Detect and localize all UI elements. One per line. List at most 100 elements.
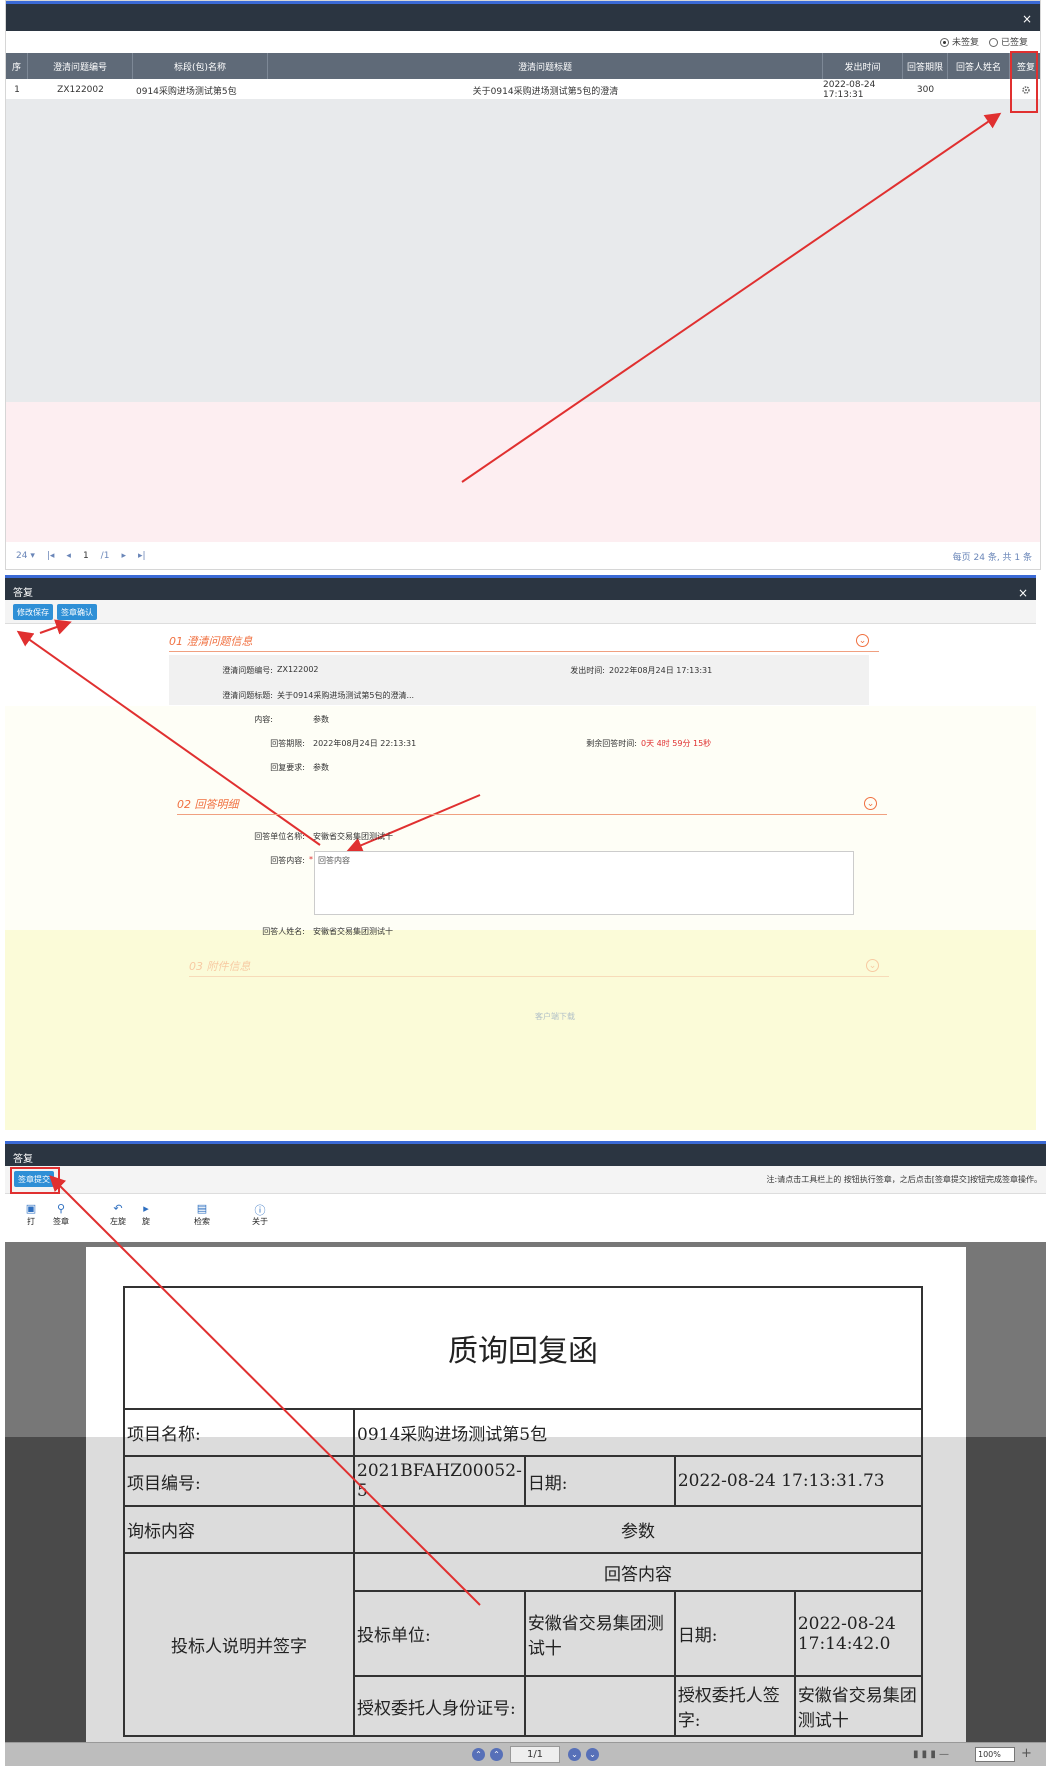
col-title: 澄清问题标题 xyxy=(268,53,823,79)
col-time: 发出时间 xyxy=(823,53,903,79)
label-inquiry: 询标内容 xyxy=(123,1505,355,1554)
label-bidder: 投标人说明并签字 xyxy=(123,1552,355,1737)
value-remain: 0天 4时 59分 15秒 xyxy=(641,739,712,748)
tool-search[interactable]: ▤ 检索 xyxy=(191,1202,213,1227)
section-title: 01 澄清问题信息 xyxy=(169,634,253,648)
tool-seal[interactable]: ⚲ 签章 xyxy=(50,1202,72,1227)
radio-label: 未签复 xyxy=(951,38,979,48)
cell-deadline: 300 xyxy=(916,85,935,95)
tool-label: 左旋 xyxy=(110,1217,126,1226)
reply-letter-table: 质询回复函 项目名称: 0914采购进场测试第5包 项目编号: 2021BFAH… xyxy=(123,1286,924,1737)
label-code: 澄清问题编号: xyxy=(222,666,273,675)
tool-label: 签章 xyxy=(53,1217,69,1226)
col-deadline: 回答期限 xyxy=(903,53,948,79)
zoom-select[interactable]: 100% xyxy=(975,1747,1015,1762)
cell-name xyxy=(948,81,1010,99)
label-answer-content: 回答内容 xyxy=(353,1552,923,1592)
label-remain: 剩余回答时间: xyxy=(586,739,637,748)
value-unit: 安徽省交易集团测试十 xyxy=(313,832,393,841)
zoom-in-icon[interactable]: + xyxy=(1021,1746,1032,1761)
section-answer-detail[interactable]: 02 回答明细 ⌄ xyxy=(177,793,887,815)
pagination: 24 ▾ |◂ ◂ 1 /1 ▸ ▸| 每页 24 条, 共 1 条 xyxy=(6,546,1040,566)
label-unit: 回答单位名称: xyxy=(254,832,305,841)
sign-confirm-button[interactable]: 签章确认 xyxy=(57,604,97,620)
sign-status-filter: 未签复 已签复 xyxy=(939,35,1028,48)
highlight-box xyxy=(10,1167,60,1194)
first-page-button[interactable]: ⌃ xyxy=(472,1748,485,1761)
dialog-titlebar: × xyxy=(6,1,1040,31)
dialog-title: 答复 xyxy=(13,588,33,599)
page-number[interactable]: 1 xyxy=(83,551,89,561)
tool-print[interactable]: ▣ 打 xyxy=(20,1202,42,1227)
label-title: 澄清问题标题: xyxy=(222,691,273,700)
tool-label: 关于 xyxy=(252,1217,268,1226)
label-project-code: 项目编号: xyxy=(123,1455,355,1507)
pager-summary: 每页 24 条, 共 1 条 xyxy=(952,552,1032,563)
cell-code: ZX122002 xyxy=(57,85,104,95)
save-button[interactable]: 修改保存 xyxy=(13,604,53,620)
label-req: 回复要求: xyxy=(270,763,305,772)
value-inquiry: 参数 xyxy=(353,1505,923,1554)
info-panel-bg xyxy=(169,655,869,705)
radio-icon xyxy=(988,38,998,47)
chevron-down-icon[interactable]: ⌄ xyxy=(856,634,869,647)
info-icon: ⓘ xyxy=(254,1204,266,1217)
close-button[interactable]: × xyxy=(1022,12,1032,26)
first-page-button[interactable]: |◂ xyxy=(47,551,55,561)
tool-label: 打 xyxy=(27,1217,35,1226)
dialog-toolbar: 签章提交 注:请点击工具栏上的 按钮执行签章，之后点击[签章提交]按钮完成签章操… xyxy=(5,1166,1046,1194)
rotate-right-icon: ▸ xyxy=(143,1202,149,1215)
tool-about[interactable]: ⓘ 关于 xyxy=(249,1202,271,1227)
highlight-box xyxy=(1010,51,1038,113)
table-body-overlay xyxy=(6,402,1040,542)
client-download-link[interactable]: 客户端下载 xyxy=(535,1011,575,1022)
value-deadline: 2022年08月24日 22:13:31 xyxy=(313,739,417,748)
radio-signed[interactable]: 已签复 xyxy=(988,35,1028,48)
radio-unsigned[interactable]: 未签复 xyxy=(939,35,979,48)
cell-title: 关于0914采购进场测试第5包的澄清 xyxy=(472,86,619,97)
section-clarification-info[interactable]: 01 澄清问题信息 ⌄ xyxy=(169,630,879,652)
value-sign: 安徽省交易集团测试十 xyxy=(793,1675,924,1737)
next-page-button[interactable]: ▸ xyxy=(121,551,126,561)
sign-dialog: 答复 签章提交 注:请点击工具栏上的 按钮执行签章，之后点击[签章提交]按钮完成… xyxy=(5,1141,1046,1766)
value-date: 2022-08-24 17:13:31.73 xyxy=(673,1455,924,1507)
view-mode-icons[interactable]: ▮ ▮ ▮ — xyxy=(913,1749,949,1760)
col-name: 回答人姓名 xyxy=(948,53,1010,79)
last-page-button[interactable]: ⌄ xyxy=(586,1748,599,1761)
page-size-select[interactable]: 24 ▾ xyxy=(16,551,35,561)
next-page-button[interactable]: ⌄ xyxy=(568,1748,581,1761)
dialog-titlebar: 答复 xyxy=(5,1141,1046,1166)
value-title: 关于0914采购进场测试第5包的澄清... xyxy=(277,691,415,700)
tool-rotate-left[interactable]: ↶ 左旋 xyxy=(107,1202,129,1227)
value-content: 参数 xyxy=(313,715,329,724)
label-content: 内容: xyxy=(254,715,273,724)
value-date2: 2022-08-24 17:14:42.0 xyxy=(793,1590,924,1677)
label-time: 发出时间: xyxy=(570,666,605,675)
value-bid-unit: 安徽省交易集团测试十 xyxy=(523,1590,676,1677)
print-icon: ▣ xyxy=(25,1202,37,1215)
label-bid-unit: 投标单位: xyxy=(353,1590,526,1677)
document-viewer[interactable]: 质询回复函 项目名称: 0914采购进场测试第5包 项目编号: 2021BFAH… xyxy=(5,1242,1046,1742)
chevron-down-icon[interactable]: ⌄ xyxy=(866,959,879,972)
section-attachment[interactable]: 03 附件信息 ⌄ xyxy=(189,955,889,977)
answer-dialog: 答复 × 修改保存 签章确认 01 澄清问题信息 ⌄ 澄清问题编号: ZX122… xyxy=(5,575,1036,1130)
value-req: 参数 xyxy=(313,763,329,772)
col-section: 标段(包)名称 xyxy=(133,53,268,79)
answer-textarea[interactable]: 回答内容 xyxy=(314,851,854,915)
close-button[interactable]: × xyxy=(1018,586,1028,600)
prev-page-button[interactable]: ◂ xyxy=(66,551,71,561)
required-mark: * xyxy=(309,855,313,864)
last-page-button[interactable]: ▸| xyxy=(138,551,146,561)
value-id xyxy=(523,1675,676,1737)
label-person: 回答人姓名: xyxy=(262,927,305,936)
prev-page-button[interactable]: ⌃ xyxy=(490,1748,503,1761)
page-indicator[interactable]: 1/1 xyxy=(510,1746,560,1763)
section-title: 02 回答明细 xyxy=(177,797,239,811)
tool-rotate-right[interactable]: ▸ 旋 xyxy=(135,1202,157,1227)
dialog-toolbar: 修改保存 签章确认 xyxy=(5,600,1036,624)
clarification-list-dialog: × 未签复 已签复 序 澄清问题编号 标段(包)名称 澄清问题标题 发出时间 回… xyxy=(5,0,1041,570)
chevron-down-icon[interactable]: ⌄ xyxy=(864,797,877,810)
answer-placeholder: 回答内容 xyxy=(318,856,350,865)
radio-icon xyxy=(939,38,949,47)
table-row[interactable]: 1 ZX122002 0914采购进场测试第5包 关于0914采购进场测试第5包… xyxy=(6,80,1040,100)
